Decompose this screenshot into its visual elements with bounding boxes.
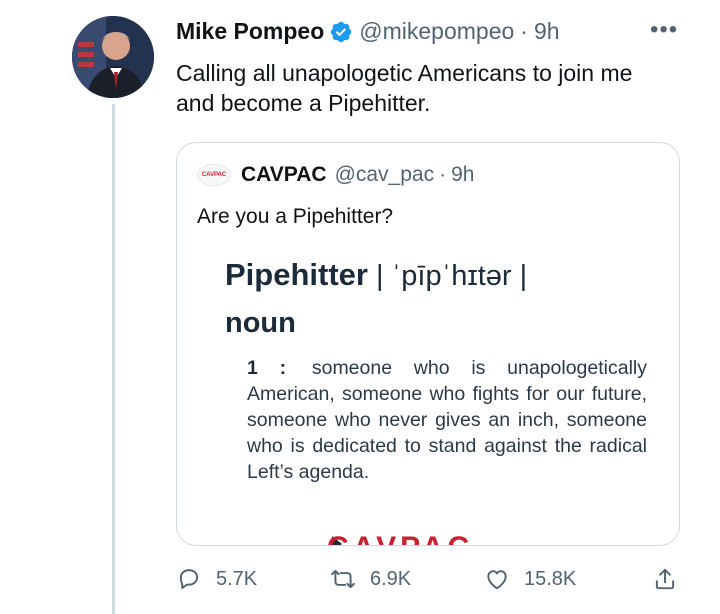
quoted-author-name[interactable]: CAVPAC xyxy=(241,163,327,187)
author-handle[interactable]: @mikepompeo xyxy=(359,18,514,45)
tweet-timestamp[interactable]: 9h xyxy=(534,18,560,45)
quoted-tweet[interactable]: CAVPAC CAVPAC @cav_pac · 9h Are you a Pi… xyxy=(176,142,680,546)
separator-dot: · xyxy=(520,18,528,44)
definition-word: Pipehitter xyxy=(225,257,368,292)
definition-number: 1 : xyxy=(247,357,287,379)
definition-headword-line: Pipehitter | ˈpīpˈhɪtər | xyxy=(225,257,527,293)
reply-count: 5.7K xyxy=(216,567,258,590)
like-button[interactable]: 15.8K xyxy=(484,566,576,592)
more-options-icon[interactable]: ••• xyxy=(650,16,678,44)
share-button[interactable] xyxy=(652,566,692,592)
heart-icon xyxy=(487,570,507,590)
quoted-author-avatar[interactable]: CAVPAC xyxy=(197,164,231,186)
author-name[interactable]: Mike Pompeo xyxy=(176,18,324,45)
thread-line xyxy=(112,104,115,614)
reply-button[interactable]: 5.7K xyxy=(176,566,257,592)
quoted-tweet-text: Are you a Pipehitter? xyxy=(197,205,394,228)
tweet-text: Calling all unapologetic Americans to jo… xyxy=(176,60,633,116)
retweet-count: 6.9K xyxy=(370,567,412,590)
definition-body: 1 : someone who is unapologetically Amer… xyxy=(247,355,647,485)
author-avatar[interactable] xyxy=(72,16,154,98)
cavpac-banner: CAVPAC xyxy=(327,533,557,545)
separator-dot: · xyxy=(439,163,447,186)
retweet-icon xyxy=(331,569,355,589)
quoted-tweet-header: CAVPAC CAVPAC @cav_pac · 9h xyxy=(197,163,474,187)
reply-icon xyxy=(179,569,199,590)
quoted-tweet-timestamp[interactable]: 9h xyxy=(451,163,474,187)
like-count: 15.8K xyxy=(524,567,577,590)
verified-badge-icon xyxy=(331,21,352,42)
quoted-author-handle[interactable]: @cav_pac xyxy=(335,163,435,187)
cavpac-logo: CAVPAC xyxy=(201,172,227,178)
tweet-header: Mike Pompeo @mikepompeo · 9h xyxy=(176,18,560,45)
definition-pronunciation: | ˈpīpˈhɪtər | xyxy=(367,260,528,292)
avatar-photo xyxy=(72,16,154,98)
definition-text: someone who is unapologetically American… xyxy=(247,357,647,483)
share-icon xyxy=(655,568,675,590)
tweet-actions: 5.7K 6.9K 15.8K xyxy=(0,566,720,596)
retweet-button[interactable]: 6.9K xyxy=(330,566,411,592)
definition-part-of-speech: noun xyxy=(225,307,296,339)
